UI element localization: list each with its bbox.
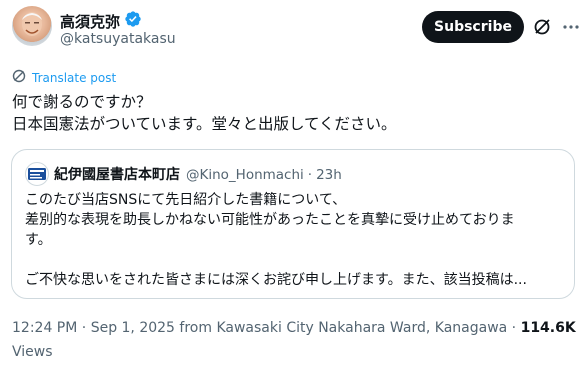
post-date[interactable]: Sep 1, 2025	[91, 320, 175, 336]
meta-separator: ·	[511, 320, 517, 336]
quoted-text-line	[25, 250, 527, 270]
post-meta: 12:24 PM · Sep 1, 2025 from Kawasaki Cit…	[12, 320, 576, 336]
globe-icon	[12, 68, 26, 87]
post-text-line: 日本国憲法がついています。堂々と出版してください。	[12, 115, 397, 133]
views-count: 114.6K	[520, 320, 576, 336]
views-label: Views	[12, 344, 53, 360]
post-location: from Kawasaki City Nakahara Ward, Kanaga…	[179, 320, 508, 336]
translate-post-label[interactable]: Translate post	[32, 71, 116, 85]
avatar[interactable]	[12, 6, 52, 46]
quoted-text-line: このたび当店SNSにて先日紹介した書籍について、	[25, 192, 347, 208]
quoted-display-name[interactable]: 紀伊國屋書店本町店	[54, 164, 180, 184]
translate-post-link[interactable]: Translate post	[12, 68, 116, 87]
quoted-text-line: 差別的な表現を助長しかねない可能性があったことを真摯に受け止めておりま	[25, 212, 515, 228]
author-handle[interactable]: @katsuyatakasu	[60, 31, 176, 47]
quoted-separator: ·	[307, 167, 313, 183]
quoted-handle[interactable]: @Kino_Honmachi	[186, 167, 304, 183]
grok-icon[interactable]	[532, 17, 552, 37]
author-name-row[interactable]: 高須克弥	[60, 10, 142, 32]
more-options-icon[interactable]	[562, 19, 580, 35]
quoted-text-line: す。	[25, 232, 52, 248]
post-text: 何で謝るのですか？ 日本国憲法がついています。堂々と出版してください。	[12, 91, 397, 135]
meta-separator: ·	[81, 320, 87, 336]
subscribe-button[interactable]: Subscribe	[422, 11, 524, 43]
quoted-text: このたび当店SNSにて先日紹介した書籍について、 差別的な表現を助長しかねない可…	[25, 190, 527, 290]
quoted-header: 紀伊國屋書店本町店 @Kino_Honmachi · 23h	[54, 164, 342, 184]
post-text-line: 何で謝るのですか？	[12, 93, 152, 111]
verified-badge-icon	[124, 10, 142, 32]
author-display-name[interactable]: 高須克弥	[60, 11, 120, 32]
post-time[interactable]: 12:24 PM	[12, 320, 77, 336]
quoted-post-card[interactable]: 紀伊國屋書店本町店 @Kino_Honmachi · 23h このたび当店SNS…	[11, 149, 575, 299]
quoted-text-line: ご不快な思いをされた皆さまには深くお詫び申し上げます。また、該当投稿は...	[25, 272, 527, 288]
quoted-avatar[interactable]	[25, 162, 49, 186]
quoted-time[interactable]: 23h	[316, 167, 342, 183]
